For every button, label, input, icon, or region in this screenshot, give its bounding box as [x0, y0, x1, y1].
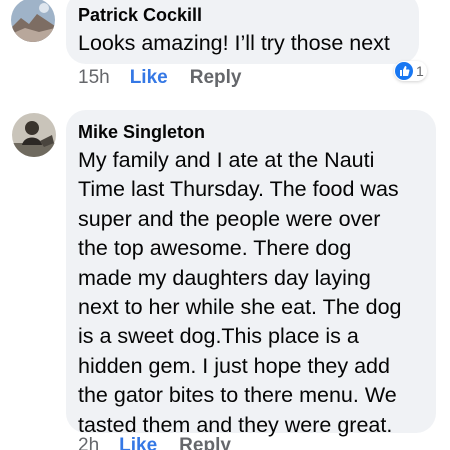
comment-author[interactable]: Patrick Cockill — [78, 3, 202, 27]
comment-actions: 15h Like Reply — [78, 67, 241, 89]
comment-thread: Patrick Cockill Looks amazing! I’ll try … — [0, 0, 450, 450]
comment-text-line: hidden gem. I just hope they add — [78, 353, 390, 378]
comment-text-line: super and the people were over — [78, 206, 381, 231]
reply-button[interactable]: Reply — [179, 435, 231, 450]
comment-bubble: Patrick Cockill Looks amazing! I’ll try … — [66, 0, 419, 64]
comment-actions: 2h Like Reply — [78, 435, 231, 450]
comment-text-line: made my daughters day laying — [78, 265, 371, 290]
comment-author[interactable]: Mike Singleton — [78, 120, 205, 144]
thumbs-up-icon — [395, 62, 413, 80]
avatar[interactable] — [12, 113, 56, 157]
avatar-person-image — [12, 113, 56, 157]
comment-text-line: My family and I ate at the Nauti — [78, 148, 375, 172]
comment-bubble: Mike Singleton My family and I ate at th… — [66, 110, 436, 437]
comment-text-line: Time last Thursday. The food was — [78, 177, 399, 202]
comment-text-line: the gator bites to there menu. We — [78, 383, 397, 408]
comment-timestamp[interactable]: 15h — [78, 67, 110, 89]
avatar-landscape-image — [11, 0, 55, 42]
comment-text-line: Looks amazing! I’ll try those next — [78, 31, 390, 55]
comment-text-line: the top awesome. There dog — [78, 236, 352, 261]
reply-button[interactable]: Reply — [190, 67, 242, 89]
like-button[interactable]: Like — [119, 435, 157, 450]
comment-text-line: next to her while she eat. The dog — [78, 295, 402, 320]
comment-text: Looks amazing! I’ll try those next — [78, 29, 390, 58]
comment-text: My family and I ate at the Nauti Time la… — [78, 146, 402, 440]
like-button[interactable]: Like — [130, 67, 168, 89]
comment-text-line: is a sweet dog.This place is a — [78, 324, 359, 349]
reaction-count-badge[interactable]: 1 — [394, 61, 427, 81]
avatar[interactable] — [11, 0, 55, 42]
comment-timestamp[interactable]: 2h — [78, 435, 99, 450]
reaction-count: 1 — [416, 63, 424, 79]
